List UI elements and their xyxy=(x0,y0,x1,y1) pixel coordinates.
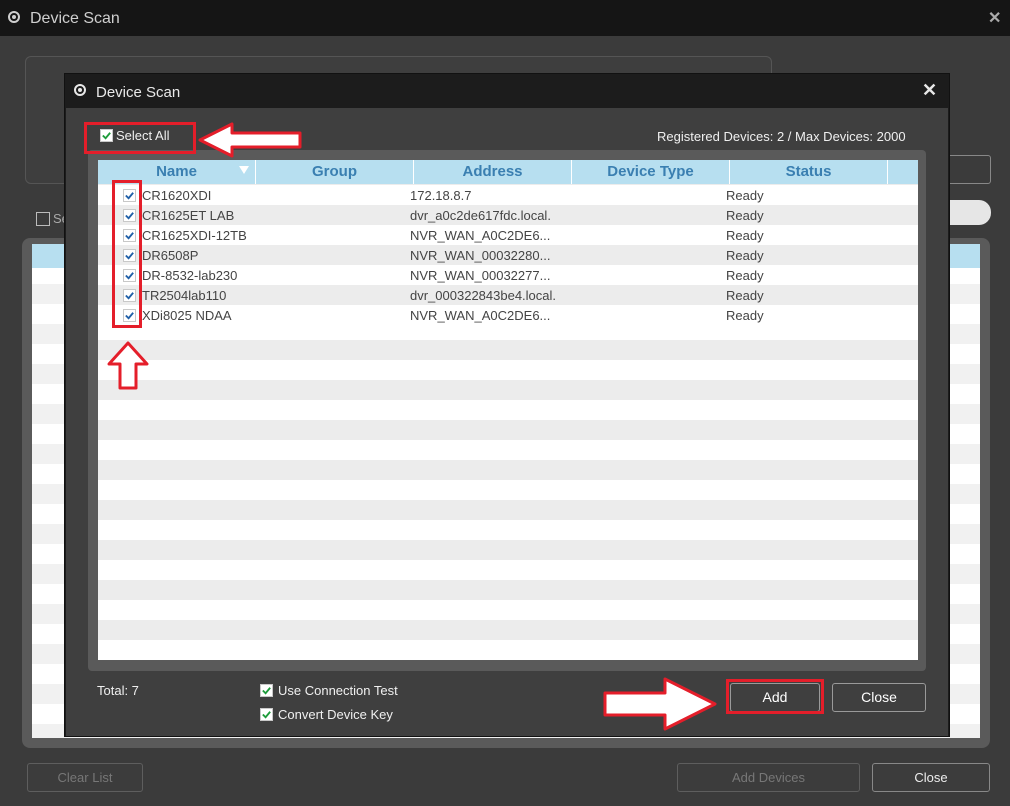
close-icon[interactable]: ✕ xyxy=(922,80,937,101)
convert-device-key-option[interactable]: Convert Device Key xyxy=(260,707,393,722)
gear-icon xyxy=(6,9,22,25)
device-address: dvr_a0c2de617fdc.local. xyxy=(410,207,551,223)
checkmark-icon xyxy=(262,687,271,695)
gear-icon xyxy=(72,82,88,98)
checkmark-icon xyxy=(262,711,271,719)
device-status: Ready xyxy=(726,287,764,303)
device-address: 172.18.8.7 xyxy=(410,187,472,203)
convert-device-key-checkbox[interactable] xyxy=(260,708,273,721)
device-name: DR-8532-lab230 xyxy=(142,267,238,283)
table-row[interactable]: DR-8532-lab230 NVR_WAN_00032277... Ready xyxy=(98,265,918,285)
close-button[interactable]: Close xyxy=(832,683,926,712)
table-row[interactable]: XDi8025 NDAA NVR_WAN_A0C2DE6... Ready xyxy=(98,305,918,325)
device-address: dvr_000322843be4.local. xyxy=(410,287,557,303)
column-header-group[interactable]: Group xyxy=(256,160,414,184)
device-address: NVR_WAN_00032277... xyxy=(410,267,551,283)
left-arrow-icon xyxy=(198,122,302,158)
total-count: Total: 7 xyxy=(97,683,139,698)
up-arrow-icon xyxy=(107,341,149,390)
column-header-device-type[interactable]: Device Type xyxy=(572,160,730,184)
device-rows: CR1620XDI 172.18.8.7 Ready CR1625ET LAB … xyxy=(98,185,918,325)
background-window-title: Device Scan xyxy=(30,10,120,27)
dialog-title: Device Scan xyxy=(96,84,181,101)
device-status: Ready xyxy=(726,267,764,283)
sort-down-icon xyxy=(239,166,249,174)
right-arrow-icon xyxy=(603,677,717,731)
background-titlebar xyxy=(0,0,1010,36)
device-status: Ready xyxy=(726,187,764,203)
device-status: Ready xyxy=(726,207,764,223)
device-status: Ready xyxy=(726,247,764,263)
device-name: XDi8025 NDAA xyxy=(142,307,232,323)
device-address: NVR_WAN_A0C2DE6... xyxy=(410,307,551,323)
use-connection-test-label: Use Connection Test xyxy=(278,683,398,698)
table-row[interactable]: CR1625ET LAB dvr_a0c2de617fdc.local. Rea… xyxy=(98,205,918,225)
registered-devices-text: Registered Devices: 2 / Max Devices: 200… xyxy=(657,129,906,144)
device-name: DR6508P xyxy=(142,247,199,263)
table-row[interactable]: CR1620XDI 172.18.8.7 Ready xyxy=(98,185,918,205)
table-row[interactable]: CR1625XDI-12TB NVR_WAN_A0C2DE6... Ready xyxy=(98,225,918,245)
device-grid-header: Name Group Address Device Type Status xyxy=(98,160,918,184)
device-address: NVR_WAN_A0C2DE6... xyxy=(410,227,551,243)
convert-device-key-label: Convert Device Key xyxy=(278,707,393,722)
column-header-address[interactable]: Address xyxy=(414,160,572,184)
background-select-checkbox[interactable] xyxy=(36,212,50,226)
add-devices-button[interactable]: Add Devices xyxy=(677,763,860,792)
device-status: Ready xyxy=(726,227,764,243)
use-connection-test-option[interactable]: Use Connection Test xyxy=(260,683,398,698)
row-checkboxes-highlight xyxy=(112,180,142,328)
device-address: NVR_WAN_00032280... xyxy=(410,247,551,263)
select-all-highlight xyxy=(84,122,196,154)
background-close-button[interactable]: Close xyxy=(872,763,990,792)
use-connection-test-checkbox[interactable] xyxy=(260,684,273,697)
column-header-status[interactable]: Status xyxy=(730,160,888,184)
device-name: CR1625XDI-12TB xyxy=(142,227,247,243)
table-row[interactable]: DR6508P NVR_WAN_00032280... Ready xyxy=(98,245,918,265)
device-status: Ready xyxy=(726,307,764,323)
table-row[interactable]: TR2504lab110 dvr_000322843be4.local. Rea… xyxy=(98,285,918,305)
background-close-icon[interactable]: ✕ xyxy=(988,8,1001,28)
device-name: CR1625ET LAB xyxy=(142,207,235,223)
device-name: CR1620XDI xyxy=(142,187,212,203)
clear-list-button[interactable]: Clear List xyxy=(27,763,143,792)
device-name: TR2504lab110 xyxy=(142,287,227,303)
column-header-spacer xyxy=(888,160,918,184)
add-button-highlight xyxy=(726,679,824,714)
